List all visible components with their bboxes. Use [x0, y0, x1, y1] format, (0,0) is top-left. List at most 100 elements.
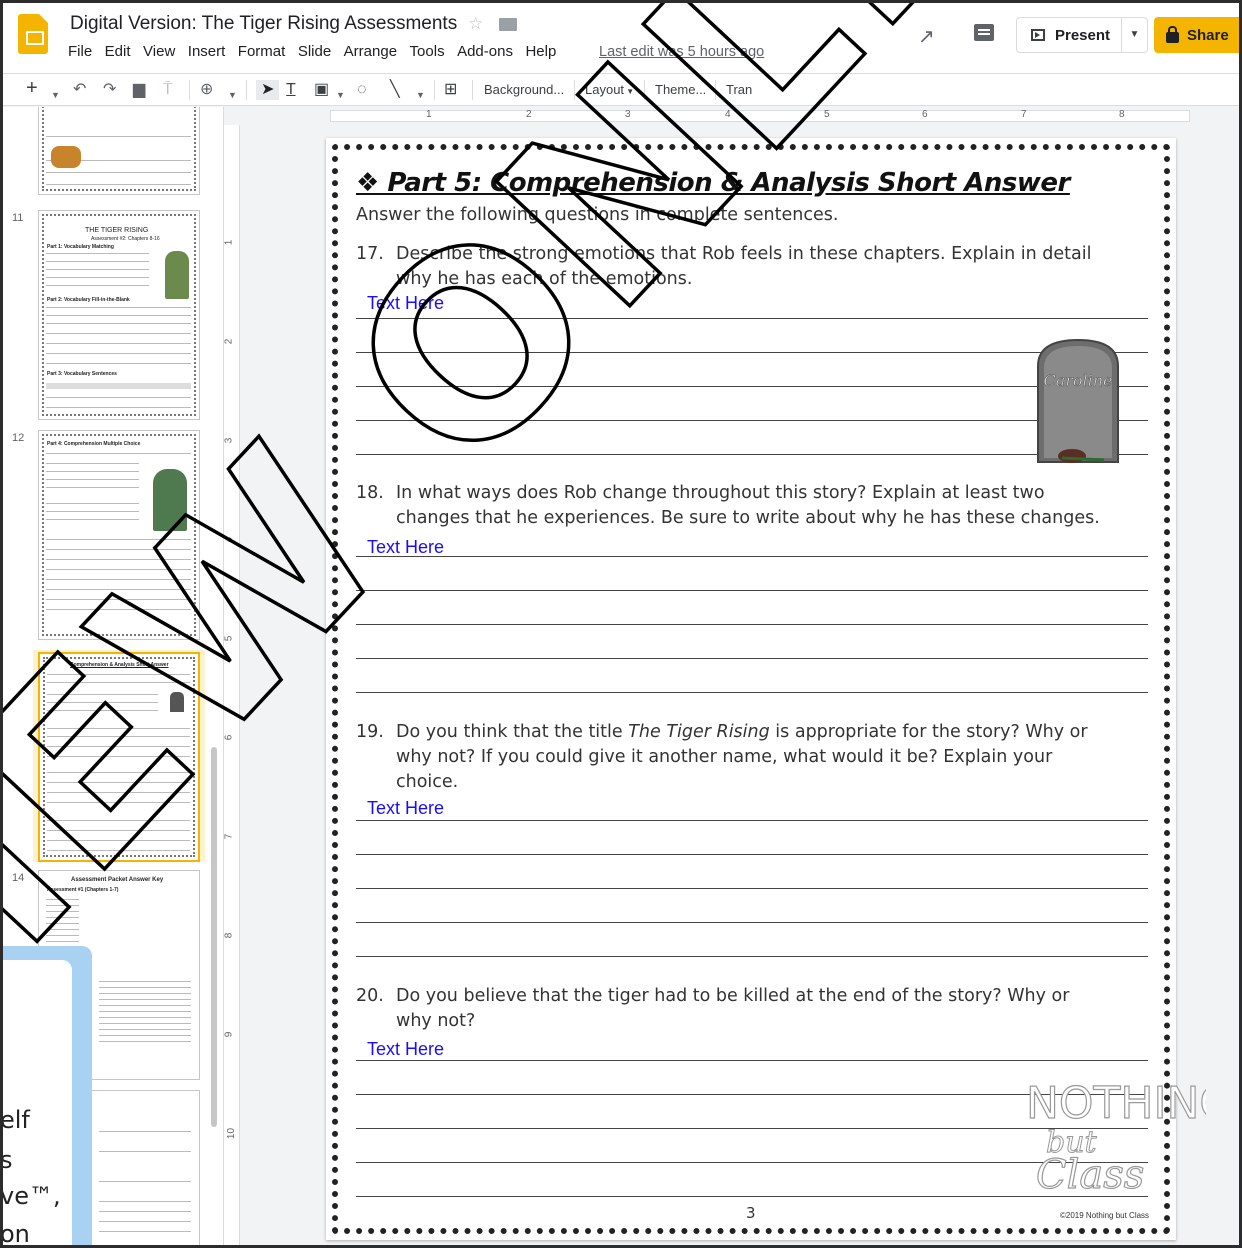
answer-line: [356, 658, 1148, 659]
new-slide-dropdown-icon[interactable]: ▼: [51, 85, 60, 105]
promo-text: elf: [0, 1106, 30, 1134]
part-heading: ❖ Part 5: Comprehension & Analysis Short…: [356, 168, 1070, 198]
redo-icon[interactable]: ↷: [103, 80, 116, 100]
print-icon[interactable]: ▆: [133, 80, 145, 100]
ruler-number: 7: [223, 833, 235, 840]
slides-logo-icon[interactable]: [18, 14, 48, 54]
image-dropdown-icon[interactable]: ▼: [336, 85, 345, 105]
thumbnail-line: [46, 479, 139, 480]
thumbnail-line: [47, 756, 190, 757]
text-box-icon[interactable]: T̲: [286, 80, 296, 100]
answer-line: [356, 454, 1148, 455]
answer-line: [356, 386, 1148, 387]
promo-text: on: [0, 1220, 30, 1248]
menu-edit[interactable]: Edit: [105, 43, 131, 60]
menu-tools[interactable]: Tools: [410, 43, 445, 60]
copyright-text: ©2019 Nothing but Class: [1060, 1211, 1150, 1220]
answer-text-box[interactable]: Text Here: [367, 537, 444, 558]
shape-icon[interactable]: ◌: [357, 80, 367, 100]
menu-view[interactable]: View: [143, 43, 175, 60]
thumbnail-section: Part 3: Vocabulary Sentences: [47, 371, 117, 377]
vertical-ruler[interactable]: 1 2 3 4 5 6 7 8 9 10: [223, 125, 240, 1248]
thumbnail-line: [99, 981, 191, 982]
activity-trend-icon[interactable]: ↗: [918, 24, 935, 49]
thumbnail-line: [46, 935, 79, 936]
toolbar-divider: [434, 80, 435, 100]
document-title[interactable]: Digital Version: The Tiger Rising Assess…: [70, 13, 457, 35]
ruler-number: 2: [223, 338, 235, 345]
menu-slide[interactable]: Slide: [298, 43, 331, 60]
image-icon[interactable]: ▣: [314, 80, 329, 100]
answer-line: [356, 318, 1148, 319]
menu-addons[interactable]: Add-ons: [457, 43, 513, 60]
horizontal-ruler[interactable]: 1 2 3 4 5 6 7 8: [232, 107, 1242, 125]
thumbnail-line: [46, 363, 191, 364]
menu-arrange[interactable]: Arrange: [344, 43, 397, 60]
new-slide-plus-icon[interactable]: +: [26, 78, 38, 98]
present-button[interactable]: Present: [1016, 17, 1122, 53]
thumbnail-line: [47, 682, 190, 683]
zoom-dropdown-icon[interactable]: ▼: [228, 85, 237, 105]
answer-line: [356, 888, 1148, 889]
thumbnail-line: [46, 184, 191, 185]
ruler-number: 6: [922, 109, 928, 120]
ruler-number: 6: [223, 734, 235, 741]
toolbar-divider: [246, 80, 247, 100]
thumbnail-line: [46, 911, 79, 912]
ruler-number: 4: [725, 109, 731, 120]
ruler-band: [330, 110, 1190, 122]
menu-help[interactable]: Help: [525, 43, 556, 60]
star-icon[interactable]: ☆: [468, 14, 483, 34]
answer-line: [356, 692, 1148, 693]
slide-thumbnail-13[interactable]: Comprehension & Analysis Short Answer: [38, 652, 200, 862]
slide-thumbnail-10[interactable]: [38, 107, 200, 195]
share-button[interactable]: Share: [1154, 17, 1242, 53]
thumbnail-line: [46, 343, 191, 344]
question-20-text: Do you believe that the tiger had to be …: [396, 984, 1156, 1034]
tiger-image: [51, 146, 81, 168]
menu-format[interactable]: Format: [238, 43, 286, 60]
thumbnail-line: [47, 792, 190, 793]
answer-text-box[interactable]: Text Here: [367, 798, 444, 819]
thumbnail-line: [99, 993, 191, 994]
thumbnail-line: [47, 728, 190, 729]
slide-number: 11: [12, 212, 24, 224]
thumbnail-line: [99, 1017, 191, 1018]
background-button[interactable]: Background...: [484, 82, 564, 98]
thumbnail-line: [47, 802, 190, 803]
ruler-number: 8: [1119, 109, 1125, 120]
transition-button[interactable]: Tran: [726, 82, 752, 98]
thumbnail-line: [99, 1005, 191, 1006]
paint-format-icon[interactable]: ⍑: [163, 80, 173, 100]
line-icon[interactable]: ╲: [390, 80, 400, 100]
answer-text-box[interactable]: Text Here: [367, 1039, 444, 1060]
thumbnail-line: [46, 172, 191, 173]
thumbnail-line: [46, 511, 139, 512]
thumbnail-line: [46, 285, 149, 286]
thumbnail-line: [46, 917, 79, 918]
filmstrip-scrollbar[interactable]: [211, 747, 217, 1127]
undo-icon[interactable]: ↶: [73, 80, 86, 100]
answer-text-box[interactable]: Text Here: [367, 293, 444, 314]
book-title: The Tiger Rising: [628, 722, 770, 742]
instructions-text: Answer the following questions in comple…: [356, 205, 839, 225]
slide-thumbnail-11[interactable]: THE TIGER RISING Assessment #2: Chapters…: [38, 210, 200, 420]
comment-icon[interactable]: [974, 24, 994, 41]
line-dropdown-icon[interactable]: ▼: [416, 85, 425, 105]
answer-line: [356, 590, 1148, 591]
select-cursor-icon[interactable]: ➤: [256, 80, 280, 100]
thumbnail-line: [47, 782, 190, 783]
folder-icon[interactable]: [499, 18, 517, 31]
menu-insert[interactable]: Insert: [188, 43, 226, 60]
slide-thumbnail-12[interactable]: Part 4: Comprehension Multiple Choice: [38, 430, 200, 640]
add-comment-icon[interactable]: ⊞: [444, 80, 457, 100]
thumbnail-line: [46, 407, 191, 408]
menu-file[interactable]: File: [68, 43, 92, 60]
layout-button[interactable]: Layout ▼: [585, 82, 634, 100]
thumbnail-line: [46, 277, 149, 278]
last-edit-link[interactable]: Last edit was 5 hours ago: [599, 44, 764, 60]
present-dropdown-chevron-icon[interactable]: ▼: [1122, 17, 1148, 53]
theme-button[interactable]: Theme...: [655, 82, 706, 98]
zoom-icon[interactable]: ⊕: [200, 80, 213, 100]
slide-canvas[interactable]: ❖ Part 5: Comprehension & Analysis Short…: [326, 138, 1206, 1240]
